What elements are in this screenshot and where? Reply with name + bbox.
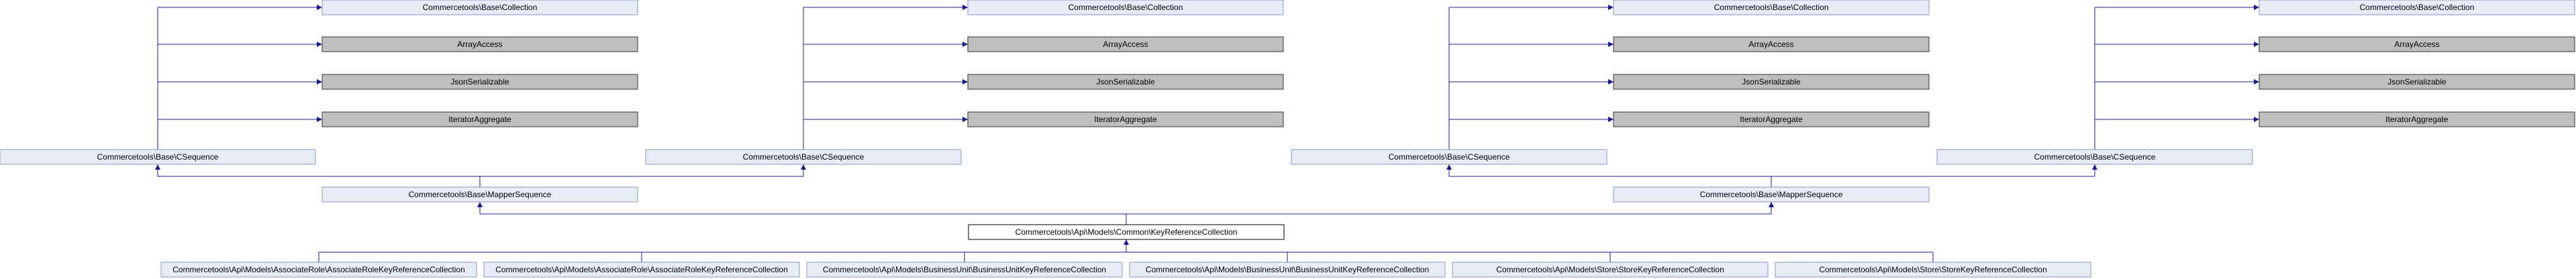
business-unit-key-ref-node-1-label: Commercetools\Api\Models\BusinessUnit\Bu… [823, 265, 1106, 274]
json-serializable-node-4[interactable]: JsonSerializable [2259, 74, 2575, 90]
csequence-node-3-label: Commercetools\Base\CSequence [1389, 152, 1510, 162]
collection-node-2-label: Commercetools\Base\Collection [1069, 3, 1183, 12]
business-unit-key-ref-node-1[interactable]: Commercetools\Api\Models\BusinessUnit\Bu… [806, 262, 1123, 278]
collection-node-2[interactable]: Commercetools\Base\Collection [967, 0, 1284, 15]
arrow-array-access-node-3 [1608, 42, 1614, 47]
arrow-collection-node-3 [1608, 5, 1614, 10]
store-key-ref-node-2-label: Commercetools\Api\Models\Store\StoreKeyR… [1819, 265, 2047, 274]
csequence-node-1[interactable]: Commercetools\Base\CSequence [0, 149, 316, 165]
json-serializable-node-2-label: JsonSerializable [1096, 77, 1155, 87]
arrow-array-access-node-4 [2254, 42, 2259, 47]
collection-node-3-label: Commercetools\Base\Collection [1714, 3, 1829, 12]
arrow-json-serializable-node-3 [1608, 79, 1614, 85]
arrow-json-serializable-node-2 [962, 79, 968, 85]
array-access-node-1-label: ArrayAccess [457, 40, 502, 49]
key-reference-collection-node[interactable]: Commercetools\Api\Models\Common\KeyRefer… [968, 224, 1285, 240]
arrow-iterator-aggregate-node-4 [2254, 117, 2259, 122]
arrow-mapper-2 [1769, 202, 1774, 207]
mapper-sequence-node-1-label: Commercetools\Base\MapperSequence [409, 190, 552, 199]
arrow-csequence-a-1 [155, 164, 160, 170]
mapper-sequence-node-2[interactable]: Commercetools\Base\MapperSequence [1613, 186, 1930, 203]
store-key-ref-node-2[interactable]: Commercetools\Api\Models\Store\StoreKeyR… [1775, 262, 2091, 278]
arrow-array-access-node-1 [317, 42, 322, 47]
array-access-node-2-label: ArrayAccess [1103, 40, 1148, 49]
arrow-collection-node-1 [317, 5, 322, 10]
key-reference-collection-node-label: Commercetools\Api\Models\Common\KeyRefer… [1015, 227, 1238, 237]
array-access-node-1[interactable]: ArrayAccess [321, 36, 638, 52]
csequence-node-4[interactable]: Commercetools\Base\CSequence [1936, 149, 2253, 165]
json-serializable-node-3-label: JsonSerializable [1742, 77, 1801, 87]
collection-node-3[interactable]: Commercetools\Base\Collection [1613, 0, 1930, 15]
associate-role-key-ref-node-2-label: Commercetools\Api\Models\AssociateRole\A… [495, 265, 788, 274]
arrow-krc [1124, 239, 1129, 245]
associate-role-key-ref-node-1[interactable]: Commercetools\Api\Models\AssociateRole\A… [160, 262, 477, 278]
iterator-aggregate-node-4-label: IteratorAggregate [2385, 115, 2448, 124]
csequence-node-2[interactable]: Commercetools\Base\CSequence [645, 149, 962, 165]
csequence-node-1-label: Commercetools\Base\CSequence [97, 152, 219, 162]
iterator-aggregate-node-2-label: IteratorAggregate [1094, 115, 1157, 124]
arrow-csequence-b-1 [801, 164, 806, 170]
mapper-sequence-node-1[interactable]: Commercetools\Base\MapperSequence [321, 186, 638, 203]
array-access-node-4-label: ArrayAccess [2394, 40, 2439, 49]
array-access-node-2[interactable]: ArrayAccess [967, 36, 1284, 52]
arrow-collection-node-2 [962, 5, 968, 10]
json-serializable-node-2[interactable]: JsonSerializable [967, 74, 1284, 90]
arrow-iterator-aggregate-node-2 [962, 117, 968, 122]
iterator-aggregate-node-4[interactable]: IteratorAggregate [2259, 111, 2575, 127]
class-nodes: Commercetools\Base\CSequence Commercetool… [0, 0, 2575, 278]
json-serializable-node-3[interactable]: JsonSerializable [1613, 74, 1930, 90]
iterator-aggregate-node-1[interactable]: IteratorAggregate [321, 111, 638, 127]
array-access-node-3[interactable]: ArrayAccess [1613, 36, 1930, 52]
iterator-aggregate-node-3[interactable]: IteratorAggregate [1613, 111, 1930, 127]
arrow-mapper-1 [477, 202, 483, 207]
collection-node-4[interactable]: Commercetools\Base\Collection [2259, 0, 2575, 15]
arrow-iterator-aggregate-node-1 [317, 117, 322, 122]
mapper-sequence-node-2-label: Commercetools\Base\MapperSequence [1700, 190, 1843, 199]
associate-role-key-ref-node-2[interactable]: Commercetools\Api\Models\AssociateRole\A… [483, 262, 800, 278]
arrow-collection-node-4 [2254, 5, 2259, 10]
business-unit-key-ref-node-2-label: Commercetools\Api\Models\BusinessUnit\Bu… [1146, 265, 1429, 274]
associate-role-key-ref-node-1-label: Commercetools\Api\Models\AssociateRole\A… [172, 265, 465, 274]
arrow-json-serializable-node-4 [2254, 79, 2259, 85]
collection-node-4-label: Commercetools\Base\Collection [2360, 3, 2475, 12]
store-key-ref-node-1[interactable]: Commercetools\Api\Models\Store\StoreKeyR… [1452, 262, 1769, 278]
csequence-node-3[interactable]: Commercetools\Base\CSequence [1291, 149, 1607, 165]
iterator-aggregate-node-3-label: IteratorAggregate [1740, 115, 1803, 124]
store-key-ref-node-1-label: Commercetools\Api\Models\Store\StoreKeyR… [1496, 265, 1724, 274]
business-unit-key-ref-node-2[interactable]: Commercetools\Api\Models\BusinessUnit\Bu… [1129, 262, 1446, 278]
json-serializable-node-1-label: JsonSerializable [450, 77, 509, 87]
json-serializable-node-1[interactable]: JsonSerializable [321, 74, 638, 90]
inheritance-diagram: Commercetools\Base\CSequence Commercetool… [0, 0, 2575, 278]
csequence-node-2-label: Commercetools\Base\CSequence [743, 152, 864, 162]
array-access-node-4[interactable]: ArrayAccess [2259, 36, 2575, 52]
collection-node-1[interactable]: Commercetools\Base\Collection [321, 0, 638, 15]
arrow-json-serializable-node-1 [317, 79, 322, 85]
csequence-node-4-label: Commercetools\Base\CSequence [2034, 152, 2156, 162]
arrow-iterator-aggregate-node-3 [1608, 117, 1614, 122]
arrow-csequence-b-2 [2092, 164, 2097, 170]
arrow-csequence-a-2 [1446, 164, 1452, 170]
collection-node-1-label: Commercetools\Base\Collection [423, 3, 538, 12]
iterator-aggregate-node-1-label: IteratorAggregate [448, 115, 511, 124]
json-serializable-node-4-label: JsonSerializable [2387, 77, 2446, 87]
array-access-node-3-label: ArrayAccess [1748, 40, 1793, 49]
iterator-aggregate-node-2[interactable]: IteratorAggregate [967, 111, 1284, 127]
arrow-array-access-node-2 [962, 42, 968, 47]
